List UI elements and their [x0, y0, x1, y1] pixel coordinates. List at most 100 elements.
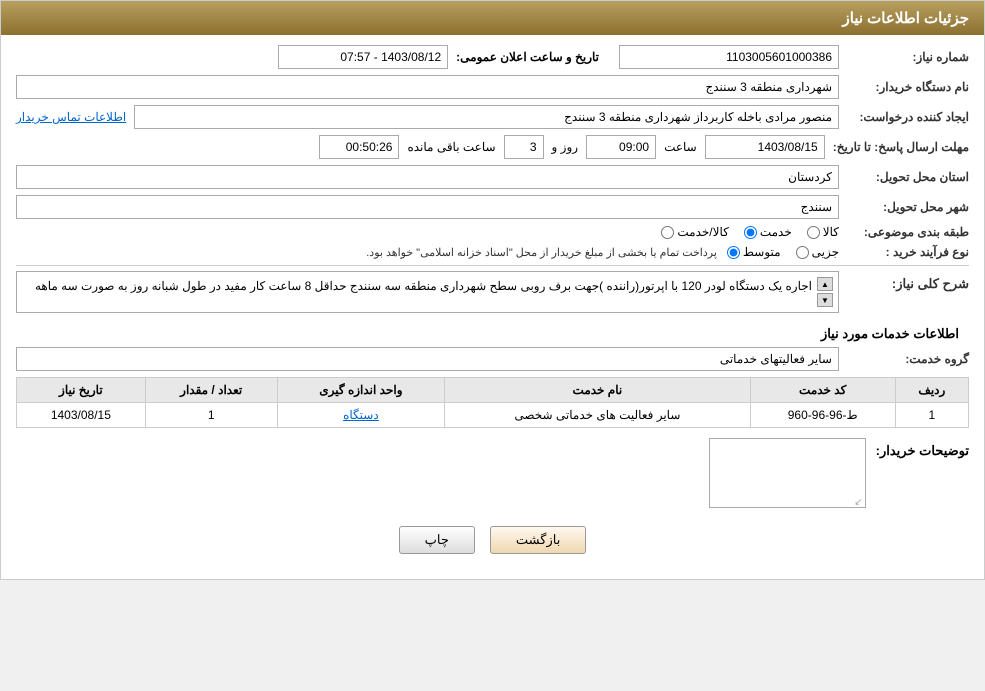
back-button[interactable]: بازگشت [490, 526, 586, 554]
col-qty: تعداد / مقدار [145, 378, 277, 403]
deadline-remaining-label: ساعت باقی مانده [407, 140, 495, 154]
announce-label: تاریخ و ساعت اعلان عمومی: [456, 50, 599, 64]
row-creator: ایجاد کننده درخواست: اطلاعات تماس خریدار [16, 105, 969, 129]
radio-motavasset-label: متوسط [743, 245, 781, 259]
row-category: طبقه بندی موضوعی: کالا خدمت کالا/خدمت [16, 225, 969, 239]
province-field [16, 165, 839, 189]
print-button[interactable]: چاپ [399, 526, 475, 554]
radio-motavasset[interactable]: متوسط [727, 245, 781, 259]
buyer-notes-textarea[interactable] [709, 438, 866, 508]
radio-jozi[interactable]: جزیی [796, 245, 839, 259]
action-buttons: بازگشت چاپ [16, 526, 969, 554]
row-service-group: گروه خدمت: [16, 347, 969, 371]
table-header-row: ردیف کد خدمت نام خدمت واحد اندازه گیری ت… [17, 378, 969, 403]
radio-kala-khedmat[interactable]: کالا/خدمت [661, 225, 728, 239]
scroll-up-btn[interactable]: ▲ [817, 277, 833, 291]
deadline-label: مهلت ارسال پاسخ: تا تاریخ: [825, 140, 969, 154]
creator-field: اطلاعات تماس خریدار [16, 105, 839, 129]
col-date: تاریخ نیاز [17, 378, 146, 403]
buyer-name-input[interactable] [16, 75, 839, 99]
row-need-desc: شرح کلی نیاز: ▲ ▼ اجاره یک دستگاه لودر 1… [16, 271, 969, 313]
deadline-days-input[interactable] [504, 135, 544, 159]
deadline-date-input[interactable] [705, 135, 825, 159]
radio-kala[interactable]: کالا [807, 225, 839, 239]
service-group-field [16, 347, 839, 371]
purchase-radio-group: جزیی متوسط [727, 245, 839, 259]
need-number-label: شماره نیاز: [839, 50, 969, 64]
cell-date: 1403/08/15 [17, 403, 146, 428]
deadline-time-input[interactable] [586, 135, 656, 159]
contact-link[interactable]: اطلاعات تماس خریدار [16, 110, 126, 124]
category-radio-group: کالا خدمت کالا/خدمت [16, 225, 839, 239]
col-row: ردیف [895, 378, 968, 403]
buyer-notes-label: توضیحات خریدار: [866, 438, 969, 459]
table-row: 1 ط-96-96-960 سایر فعالیت های خدماتی شخص… [17, 403, 969, 428]
radio-kala-khedmat-label: کالا/خدمت [677, 225, 728, 239]
need-desc-label: شرح کلی نیاز: [839, 271, 969, 292]
radio-khedmat-input[interactable] [744, 226, 757, 239]
radio-jozi-input[interactable] [796, 246, 809, 259]
page-header: جزئیات اطلاعات نیاز [1, 1, 984, 35]
buyer-name-label: نام دستگاه خریدار: [839, 80, 969, 94]
deadline-time-label: ساعت [664, 140, 697, 154]
need-number-field [619, 45, 839, 69]
province-label: استان محل تحویل: [839, 170, 969, 184]
table-head: ردیف کد خدمت نام خدمت واحد اندازه گیری ت… [17, 378, 969, 403]
city-input[interactable] [16, 195, 839, 219]
services-section-title: اطلاعات خدمات مورد نیاز [16, 321, 969, 347]
purchase-type-row: جزیی متوسط پرداخت تمام یا بخشی از مبلغ خ… [16, 245, 839, 259]
purchase-type-field: جزیی متوسط پرداخت تمام یا بخشی از مبلغ خ… [16, 245, 839, 259]
cell-qty: 1 [145, 403, 277, 428]
radio-kala-label: کالا [823, 225, 839, 239]
services-table: ردیف کد خدمت نام خدمت واحد اندازه گیری ت… [16, 377, 969, 428]
deadline-remaining-input[interactable] [319, 135, 399, 159]
radio-jozi-label: جزیی [812, 245, 839, 259]
announce-row: تاریخ و ساعت اعلان عمومی: [16, 45, 619, 69]
row-deadline: مهلت ارسال پاسخ: تا تاریخ: ساعت روز و سا… [16, 135, 969, 159]
scroll-arrows: ▲ ▼ [817, 277, 833, 307]
need-desc-field: ▲ ▼ اجاره یک دستگاه لودر 120 با اپرتور(ر… [16, 271, 839, 313]
notes-container: ↙ [16, 438, 866, 511]
service-group-label: گروه خدمت: [839, 352, 969, 366]
radio-kala-input[interactable] [807, 226, 820, 239]
row-purchase-type: نوع فرآیند خرید : جزیی متوسط پرداخت تمام… [16, 245, 969, 259]
province-input[interactable] [16, 165, 839, 189]
row-province: استان محل تحویل: [16, 165, 969, 189]
purchase-type-label: نوع فرآیند خرید : [839, 245, 969, 259]
purchase-note: پرداخت تمام یا بخشی از مبلغ خریدار از مح… [366, 246, 717, 259]
row-buyer-name: نام دستگاه خریدار: [16, 75, 969, 99]
need-desc-text: اجاره یک دستگاه لودر 120 با اپرتور(رانند… [22, 277, 812, 296]
creator-label: ایجاد کننده درخواست: [839, 110, 969, 124]
radio-motavasset-input[interactable] [727, 246, 740, 259]
radio-khedmat[interactable]: خدمت [744, 225, 792, 239]
radio-kala-khedmat-input[interactable] [661, 226, 674, 239]
col-unit: واحد اندازه گیری [277, 378, 444, 403]
announce-input[interactable] [278, 45, 448, 69]
service-group-input[interactable] [16, 347, 839, 371]
category-label: طبقه بندی موضوعی: [839, 225, 969, 239]
buyer-name-field [16, 75, 839, 99]
page-wrapper: جزئیات اطلاعات نیاز شماره نیاز: تاریخ و … [0, 0, 985, 580]
row-city: شهر محل تحویل: [16, 195, 969, 219]
page-title: جزئیات اطلاعات نیاز [843, 10, 970, 27]
category-field: کالا خدمت کالا/خدمت [16, 225, 839, 239]
cell-row: 1 [895, 403, 968, 428]
cell-code: ط-96-96-960 [750, 403, 895, 428]
radio-khedmat-label: خدمت [760, 225, 792, 239]
divider-1 [16, 265, 969, 266]
row-need-number: شماره نیاز: تاریخ و ساعت اعلان عمومی: [16, 45, 969, 69]
table-body: 1 ط-96-96-960 سایر فعالیت های خدماتی شخص… [17, 403, 969, 428]
content-area: شماره نیاز: تاریخ و ساعت اعلان عمومی: نا… [1, 35, 984, 579]
deadline-fields: ساعت روز و ساعت باقی مانده [16, 135, 825, 159]
cell-unit[interactable]: دستگاه [277, 403, 444, 428]
creator-input[interactable] [134, 105, 839, 129]
col-code: کد خدمت [750, 378, 895, 403]
deadline-row-inner: ساعت روز و ساعت باقی مانده [16, 135, 825, 159]
resize-handle: ↙ [854, 497, 862, 508]
need-number-input[interactable] [619, 45, 839, 69]
city-field [16, 195, 839, 219]
col-name: نام خدمت [445, 378, 751, 403]
city-label: شهر محل تحویل: [839, 200, 969, 214]
deadline-days-label: روز و [552, 140, 579, 154]
scroll-down-btn[interactable]: ▼ [817, 293, 833, 307]
